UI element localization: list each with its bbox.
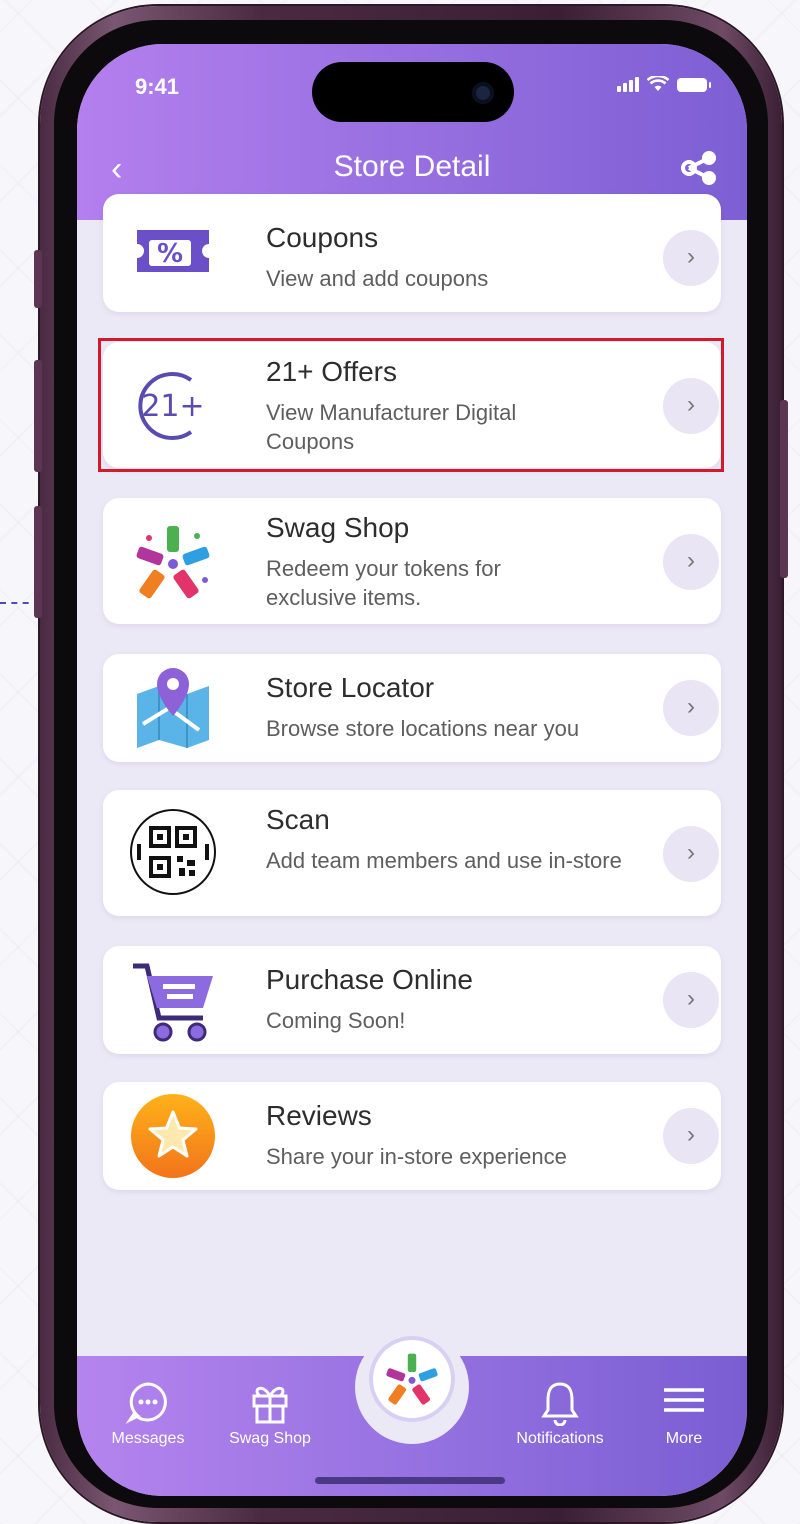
nav-messages[interactable]: Messages	[93, 1378, 203, 1448]
chat-bubble-icon	[125, 1382, 167, 1424]
card-description: Browse store locations near you	[266, 716, 580, 741]
phone-side-button	[34, 250, 42, 308]
qr-code-icon	[130, 809, 216, 895]
card-title: Purchase Online	[266, 964, 474, 995]
status-icons	[617, 76, 711, 92]
coupon-ticket-icon: %	[137, 230, 209, 272]
phone-screen: 9:41 ‹ Store Detail % Coupons View and a…	[77, 44, 747, 1496]
phone-volume-down-button	[34, 506, 42, 618]
battery-icon	[677, 78, 711, 92]
purchase-online-card[interactable]: Purchase Online Coming Soon! ›	[103, 946, 721, 1054]
home-button[interactable]	[369, 1336, 455, 1422]
nav-notifications[interactable]: Notifications	[505, 1378, 615, 1448]
dynamic-island	[312, 62, 514, 122]
card-title: Reviews	[266, 1100, 372, 1131]
home-indicator	[315, 1477, 505, 1484]
page-title: Store Detail	[333, 150, 491, 183]
nav-label: Swag Shop	[229, 1430, 311, 1447]
map-pin-icon	[137, 668, 209, 748]
phone-volume-up-button	[34, 360, 42, 472]
card-title: Scan	[266, 804, 330, 835]
swag-shop-card[interactable]: Swag Shop Redeem your tokens for exclusi…	[103, 498, 721, 624]
store-locator-card[interactable]: Store Locator Browse store locations nea…	[103, 654, 721, 762]
bell-icon	[541, 1382, 579, 1426]
star-icon	[131, 1094, 215, 1178]
swag-tags-icon	[136, 526, 210, 599]
nav-more[interactable]: More	[629, 1378, 739, 1448]
wifi-icon	[647, 76, 669, 91]
reviews-card[interactable]: Reviews Share your in-store experience ›	[103, 1082, 721, 1190]
menu-icon	[664, 1388, 704, 1412]
card-title: Store Locator	[266, 672, 435, 703]
card-description: Coming Soon!	[266, 1008, 406, 1033]
signal-icon	[617, 77, 639, 92]
share-icon[interactable]	[679, 148, 719, 188]
card-description: View and add coupons	[266, 266, 489, 291]
bottom-navigation: Messages Swag Shop Notifications More	[77, 1330, 747, 1496]
chevron-right-icon[interactable]: ›	[663, 826, 719, 882]
nav-label: Notifications	[516, 1430, 604, 1447]
card-title: Swag Shop	[266, 512, 410, 543]
chevron-right-icon[interactable]: ›	[663, 534, 719, 590]
card-description: Redeem your tokens for exclusive items.	[266, 556, 501, 610]
chevron-right-icon[interactable]: ›	[663, 680, 719, 736]
svg-text:%: %	[157, 239, 183, 269]
nav-label: Messages	[111, 1430, 185, 1447]
highlight-box	[98, 338, 724, 472]
chevron-right-icon[interactable]: ›	[663, 1108, 719, 1164]
nav-swag-shop[interactable]: Swag Shop	[215, 1378, 325, 1448]
camera-icon	[472, 82, 494, 104]
phone-power-button	[780, 400, 788, 578]
chevron-right-icon[interactable]: ›	[663, 972, 719, 1028]
card-title: Coupons	[266, 222, 379, 253]
gift-icon	[252, 1386, 288, 1424]
coupons-card[interactable]: % Coupons View and add coupons ›	[103, 194, 721, 312]
scan-card[interactable]: Scan Add team members and use in-store ›	[103, 790, 721, 916]
card-description: Add team members and use in-store	[266, 848, 622, 873]
swag-tags-icon	[386, 1353, 438, 1405]
card-description: Share your in-store experience	[266, 1144, 567, 1169]
shopping-cart-icon	[133, 963, 213, 1042]
status-time: 9:41	[135, 74, 180, 99]
nav-label: More	[665, 1430, 703, 1447]
chevron-right-icon[interactable]: ›	[663, 230, 719, 286]
